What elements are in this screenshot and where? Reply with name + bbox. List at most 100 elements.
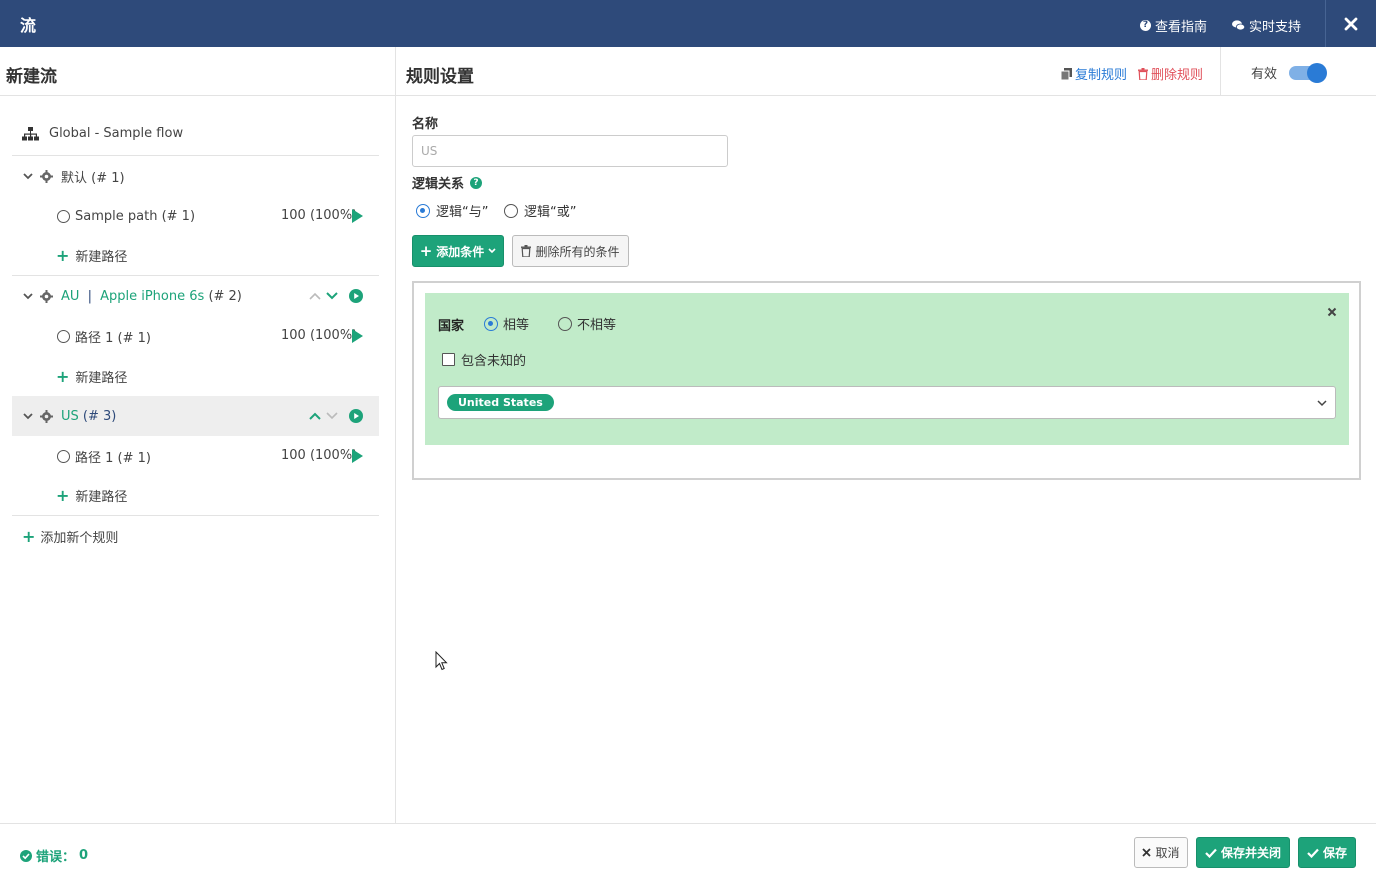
error-status: 错误： 0 xyxy=(20,846,88,865)
logic-or-option[interactable]: 逻辑“或” xyxy=(504,201,576,220)
check-icon xyxy=(1205,848,1217,858)
save-button[interactable]: 保存 xyxy=(1298,837,1356,868)
view-guide-link[interactable]: ? 查看指南 xyxy=(1140,16,1207,35)
include-unknown-option[interactable]: 包含未知的 xyxy=(442,350,526,369)
plus-icon: + xyxy=(56,366,70,386)
check-icon xyxy=(1307,848,1319,858)
path-name: Sample path (# 1) xyxy=(75,208,196,224)
play-icon[interactable] xyxy=(352,449,363,463)
top-bar: 流 ? 查看指南 实时支持 xyxy=(0,0,1376,47)
play-icon[interactable] xyxy=(352,329,363,343)
path-row[interactable]: 路径 1 (# 1) 100 (100%) xyxy=(12,316,379,356)
path-weight: 100 (100%) xyxy=(281,208,358,223)
close-icon xyxy=(1142,848,1152,857)
rule-row-us[interactable]: US (# 3) xyxy=(12,396,379,436)
condition-equal-option[interactable]: 相等 xyxy=(484,314,529,333)
error-label: 错误： xyxy=(36,850,76,865)
cancel-button[interactable]: 取消 xyxy=(1134,837,1188,868)
equal-label: 相等 xyxy=(503,318,530,333)
logic-and-option[interactable]: 逻辑“与” xyxy=(416,201,488,220)
close-icon xyxy=(1344,17,1358,30)
country-select[interactable]: United States xyxy=(438,386,1336,419)
name-label: 名称 xyxy=(412,117,439,132)
new-path-label: 新建路径 xyxy=(75,250,128,265)
path-row[interactable]: Sample path (# 1) 100 (100%) xyxy=(12,196,379,236)
path-radio[interactable] xyxy=(57,329,70,343)
add-condition-button[interactable]: + 添加条件 xyxy=(412,235,504,267)
header-divider xyxy=(1220,47,1221,95)
logic-label-row: 逻辑关系 ? xyxy=(412,173,483,192)
copy-rule-label: 复制规则 xyxy=(1075,68,1128,83)
copy-icon xyxy=(1061,67,1072,80)
condition-card-country: 国家 相等 不相等 包含未知的 United States xyxy=(425,293,1349,445)
country-tag[interactable]: United States xyxy=(447,394,554,411)
play-circle-icon[interactable] xyxy=(349,289,363,303)
chevron-down-icon[interactable] xyxy=(23,291,33,301)
logic-and-label: 逻辑“与” xyxy=(436,205,489,220)
path-radio[interactable] xyxy=(57,209,70,223)
new-path-button[interactable]: + 新建路径 xyxy=(12,236,379,276)
live-support-link[interactable]: 实时支持 xyxy=(1232,16,1301,35)
close-dialog-button[interactable] xyxy=(1325,0,1376,47)
chevron-up-icon[interactable] xyxy=(309,291,321,301)
flow-root-row[interactable]: Global - Sample flow xyxy=(12,112,379,156)
condition-not-equal-option[interactable]: 不相等 xyxy=(558,314,616,333)
view-guide-label: 查看指南 xyxy=(1155,20,1208,35)
path-name: 路径 1 (# 1) xyxy=(75,330,151,346)
logic-and-radio[interactable] xyxy=(416,203,430,218)
cancel-label: 取消 xyxy=(1155,846,1180,860)
sitemap-icon xyxy=(22,126,39,140)
copy-rule-link[interactable]: 复制规则 xyxy=(1061,64,1127,83)
logic-or-radio[interactable] xyxy=(504,203,518,218)
conditions-container: 国家 相等 不相等 包含未知的 United States xyxy=(412,281,1361,480)
not-equal-label: 不相等 xyxy=(577,318,617,333)
rule-row-default[interactable]: 默认 (# 1) xyxy=(12,156,379,196)
plus-icon: + xyxy=(56,246,70,265)
chevron-down-icon[interactable] xyxy=(326,411,338,421)
rule-name: AU | Apple iPhone 6s (# 2) xyxy=(61,288,242,304)
delete-rule-link[interactable]: 删除规则 xyxy=(1138,64,1203,83)
add-condition-label: 添加条件 xyxy=(436,244,485,259)
delete-all-label: 删除所有的条件 xyxy=(535,244,620,259)
plus-icon: + xyxy=(419,242,433,260)
chevron-down-icon[interactable] xyxy=(1317,400,1327,407)
right-panel-header: 规则设置 复制规则 删除规则 有效 xyxy=(396,47,1376,96)
mouse-cursor-icon xyxy=(435,651,448,671)
rule-name-input[interactable]: US xyxy=(412,135,728,167)
save-and-close-label: 保存并关闭 xyxy=(1220,846,1281,860)
save-and-close-button[interactable]: 保存并关闭 xyxy=(1196,837,1290,868)
path-row[interactable]: 路径 1 (# 1) 100 (100%) xyxy=(12,436,379,476)
delete-all-conditions-button[interactable]: 删除所有的条件 xyxy=(512,235,629,267)
play-circle-icon[interactable] xyxy=(349,409,363,423)
new-path-button[interactable]: + 新建路径 xyxy=(12,356,379,396)
new-path-button[interactable]: + 新建路径 xyxy=(12,476,379,516)
path-weight: 100 (100%) xyxy=(281,328,358,343)
question-circle-icon: ? xyxy=(1140,20,1151,31)
flow-name: Global - Sample flow xyxy=(49,126,184,141)
caret-down-icon xyxy=(488,248,496,254)
check-circle-icon xyxy=(20,849,32,862)
chevron-down-icon[interactable] xyxy=(23,171,33,181)
equal-radio[interactable] xyxy=(484,316,498,331)
chevron-up-icon[interactable] xyxy=(309,411,321,421)
add-rule-label: 添加新个规则 xyxy=(40,530,119,546)
right-panel-title: 规则设置 xyxy=(406,67,474,87)
play-icon[interactable] xyxy=(352,209,363,223)
path-radio[interactable] xyxy=(57,449,70,463)
chevron-down-icon[interactable] xyxy=(23,411,33,421)
save-label: 保存 xyxy=(1322,846,1347,860)
path-name: 路径 1 (# 1) xyxy=(75,450,151,466)
include-unknown-checkbox[interactable] xyxy=(442,353,455,366)
active-toggle[interactable] xyxy=(1289,63,1327,83)
trash-icon xyxy=(1138,67,1148,80)
chevron-down-icon[interactable] xyxy=(326,291,338,301)
gear-icon xyxy=(40,409,53,423)
help-icon[interactable]: ? xyxy=(470,176,483,189)
not-equal-radio[interactable] xyxy=(558,316,572,331)
rule-name: 默认 (# 1) xyxy=(61,170,125,186)
trash-icon xyxy=(521,245,532,257)
remove-condition-icon[interactable] xyxy=(1327,307,1337,317)
add-rule-button[interactable]: + 添加新个规则 xyxy=(12,516,379,556)
rule-row-au[interactable]: AU | Apple iPhone 6s (# 2) xyxy=(12,276,379,316)
logic-or-label: 逻辑“或” xyxy=(524,205,577,220)
